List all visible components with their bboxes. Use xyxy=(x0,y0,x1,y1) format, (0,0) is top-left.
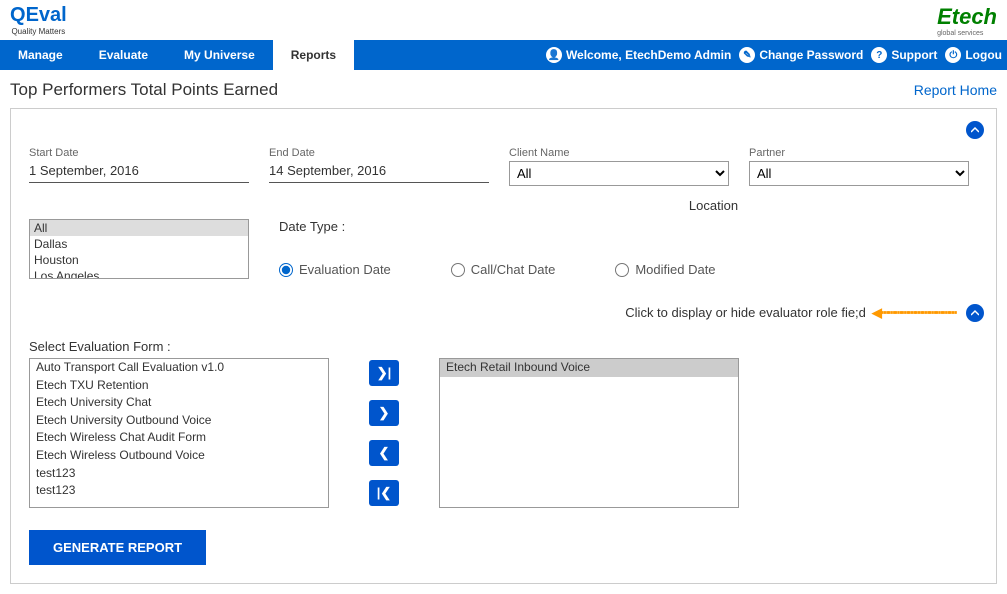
list-item[interactable]: Etech Wireless Chat Audit Form xyxy=(30,429,328,447)
annotation-text: Click to display or hide evaluator role … xyxy=(625,305,866,321)
nav-left: Manage Evaluate My Universe Reports xyxy=(0,40,354,70)
move-all-right-button[interactable]: ❯| xyxy=(369,360,399,386)
list-item[interactable]: Auto Transport Call Evaluation v1.0 xyxy=(30,359,328,377)
end-date-field: End Date 14 September, 2016 xyxy=(269,147,489,186)
list-item[interactable]: test123 xyxy=(30,465,328,483)
end-date-input[interactable]: 14 September, 2016 xyxy=(269,161,489,183)
collapse-mid-button[interactable] xyxy=(966,304,984,322)
list-item[interactable]: Houston xyxy=(30,252,248,268)
page-title: Top Performers Total Points Earned xyxy=(10,80,278,100)
nav-right: 👤 Welcome, EtechDemo Admin ✎ Change Passwo… xyxy=(546,47,1007,63)
radio-label: Modified Date xyxy=(635,262,715,277)
logo-tagline: Quality Matters xyxy=(11,27,65,36)
available-forms-list[interactable]: Auto Transport Call Evaluation v1.0 Etec… xyxy=(29,358,329,508)
start-date-input[interactable]: 1 September, 2016 xyxy=(29,161,249,183)
transfer-buttons: ❯| ❯ ❮ |❮ xyxy=(369,360,399,506)
logout-text: Logou xyxy=(965,48,1002,62)
start-date-field: Start Date 1 September, 2016 xyxy=(29,147,249,186)
user-icon: 👤 xyxy=(546,47,562,63)
support-icon: ? xyxy=(871,47,887,63)
generate-report-button[interactable]: GENERATE REPORT xyxy=(29,530,206,565)
support-text: Support xyxy=(891,48,937,62)
change-pw-text: Change Password xyxy=(759,48,863,62)
filter-panel: Start Date 1 September, 2016 End Date 14… xyxy=(10,108,997,584)
chevron-up-icon xyxy=(971,126,979,134)
eval-form-section: Select Evaluation Form : Auto Transport … xyxy=(29,339,978,508)
location-label: Location xyxy=(449,198,978,213)
nav-my-universe[interactable]: My Universe xyxy=(166,40,273,70)
radio-evaluation-date[interactable]: Evaluation Date xyxy=(279,262,391,277)
move-all-left-button[interactable]: |❮ xyxy=(369,480,399,506)
move-left-button[interactable]: ❮ xyxy=(369,440,399,466)
welcome-text: Welcome, EtechDemo Admin xyxy=(566,48,731,62)
end-date-label: End Date xyxy=(269,147,489,159)
radio-input[interactable] xyxy=(451,263,465,277)
chevron-up-icon xyxy=(971,309,979,317)
radio-input[interactable] xyxy=(279,263,293,277)
list-item[interactable]: Dallas xyxy=(30,236,248,252)
nav-evaluate[interactable]: Evaluate xyxy=(81,40,166,70)
eval-form-row: Auto Transport Call Evaluation v1.0 Etec… xyxy=(29,358,978,508)
date-type-radios: Evaluation Date Call/Chat Date Modified … xyxy=(279,262,716,277)
date-type-group: Date Type : Evaluation Date Call/Chat Da… xyxy=(279,219,716,277)
logout-link[interactable]: ⏻ Logou xyxy=(945,47,1002,63)
client-name-field: Client Name All xyxy=(509,147,729,186)
location-listbox[interactable]: All Dallas Houston Los Angeles xyxy=(29,219,249,279)
list-item[interactable]: Etech University Outbound Voice xyxy=(30,412,328,430)
partner-field: Partner All xyxy=(749,147,969,186)
client-name-label: Client Name xyxy=(509,147,729,159)
list-item[interactable]: Etech TXU Retention xyxy=(30,377,328,395)
page-head: Top Performers Total Points Earned Repor… xyxy=(0,70,1007,108)
welcome-link[interactable]: 👤 Welcome, EtechDemo Admin xyxy=(546,47,731,63)
support-link[interactable]: ? Support xyxy=(871,47,937,63)
start-date-label: Start Date xyxy=(29,147,249,159)
radio-label: Call/Chat Date xyxy=(471,262,556,277)
list-item[interactable]: Los Angeles xyxy=(30,268,248,279)
radio-modified-date[interactable]: Modified Date xyxy=(615,262,715,277)
radio-input[interactable] xyxy=(615,263,629,277)
eval-form-label: Select Evaluation Form : xyxy=(29,339,978,354)
partner-label: Partner xyxy=(749,147,969,159)
list-item[interactable]: Etech Retail Inbound Voice xyxy=(440,359,738,377)
navbar: Manage Evaluate My Universe Reports 👤 Wel… xyxy=(0,40,1007,70)
arrow-icon: ◀┅┅┅┅┅┅┅┅┅┅┅ xyxy=(872,305,956,321)
report-home-link[interactable]: Report Home xyxy=(914,82,997,98)
move-right-button[interactable]: ❯ xyxy=(369,400,399,426)
header: QEval Quality Matters Etechglobal servic… xyxy=(0,0,1007,40)
date-type-label: Date Type : xyxy=(279,219,716,234)
annotation: Click to display or hide evaluator role … xyxy=(625,305,956,321)
change-password-link[interactable]: ✎ Change Password xyxy=(739,47,863,63)
list-item[interactable]: test123 xyxy=(30,482,328,500)
list-item[interactable]: Etech University Chat xyxy=(30,394,328,412)
selected-forms-list[interactable]: Etech Retail Inbound Voice xyxy=(439,358,739,508)
radio-label: Evaluation Date xyxy=(299,262,391,277)
etech-logo: Etechglobal services xyxy=(937,4,997,37)
nav-manage[interactable]: Manage xyxy=(0,40,81,70)
key-icon: ✎ xyxy=(739,47,755,63)
list-item[interactable]: All xyxy=(30,220,248,236)
filter-row-1: Start Date 1 September, 2016 End Date 14… xyxy=(29,147,978,186)
power-icon: ⏻ xyxy=(945,47,961,63)
filter-row-2: All Dallas Houston Los Angeles Date Type… xyxy=(29,219,978,279)
radio-call-chat-date[interactable]: Call/Chat Date xyxy=(451,262,556,277)
client-name-select[interactable]: All xyxy=(509,161,729,186)
partner-select[interactable]: All xyxy=(749,161,969,186)
nav-reports[interactable]: Reports xyxy=(273,40,354,70)
app-logo: QEval Quality Matters xyxy=(10,4,67,36)
collapse-top-button[interactable] xyxy=(966,121,984,139)
list-item[interactable]: Etech Wireless Outbound Voice xyxy=(30,447,328,465)
